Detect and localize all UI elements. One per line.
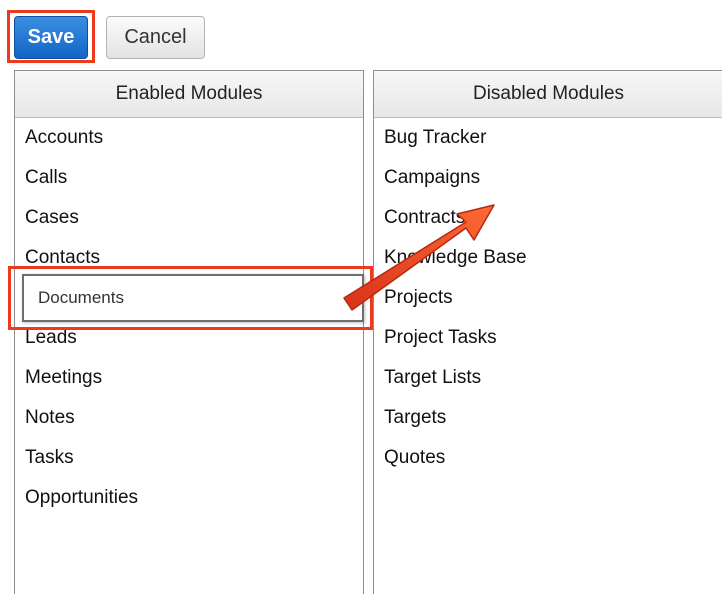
module-config-screen: Save Cancel Enabled Modules Accounts Cal… (0, 0, 722, 594)
module-item[interactable]: Notes (25, 398, 75, 438)
module-item[interactable]: Accounts (25, 118, 103, 158)
module-item[interactable]: Project Tasks (384, 318, 497, 358)
module-item[interactable]: Opportunities (25, 478, 138, 518)
module-item[interactable]: Meetings (25, 358, 102, 398)
disabled-modules-panel: Disabled Modules Bug Tracker Campaigns C… (373, 70, 722, 594)
module-item[interactable]: Contracts (384, 198, 465, 238)
enabled-modules-panel: Enabled Modules Accounts Calls Cases Con… (14, 70, 364, 594)
module-item[interactable]: Bug Tracker (384, 118, 486, 158)
module-item[interactable]: Cases (25, 198, 79, 238)
module-item[interactable]: Projects (384, 278, 453, 318)
module-item[interactable]: Targets (384, 398, 446, 438)
enabled-modules-header: Enabled Modules (15, 71, 363, 118)
disabled-modules-header: Disabled Modules (374, 71, 722, 118)
cancel-button[interactable]: Cancel (106, 16, 205, 59)
module-item[interactable]: Calls (25, 158, 67, 198)
module-item[interactable]: Tasks (25, 438, 74, 478)
module-item[interactable]: Campaigns (384, 158, 480, 198)
module-item[interactable]: Target Lists (384, 358, 481, 398)
module-item[interactable]: Knowledge Base (384, 238, 527, 278)
dragged-module-item[interactable]: Documents (22, 274, 364, 322)
save-button[interactable]: Save (14, 16, 88, 59)
module-item[interactable]: Quotes (384, 438, 445, 478)
